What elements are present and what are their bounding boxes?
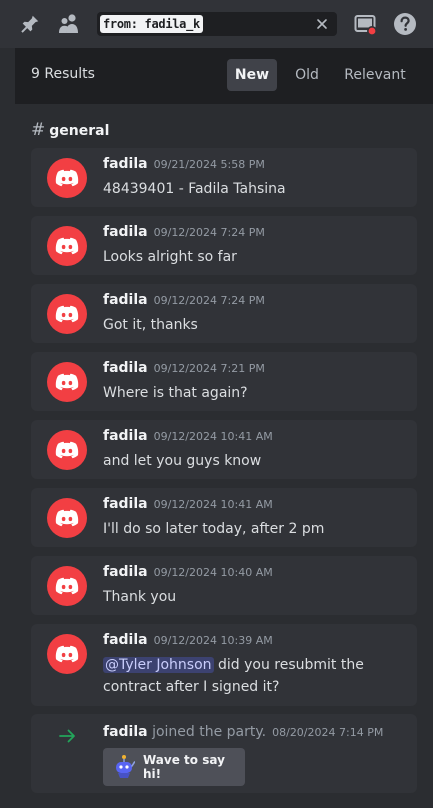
search-result-message[interactable]: fadila 09/12/2024 10:40 AM Thank you — [31, 556, 417, 615]
user-mention[interactable]: @Tyler Johnson — [103, 657, 214, 673]
channel-hash-icon: # — [31, 120, 46, 140]
sort-old-tab[interactable]: Old — [287, 59, 327, 91]
avatar[interactable] — [47, 158, 87, 198]
message-timestamp: 08/20/2024 7:14 PM — [272, 726, 384, 739]
search-result-message[interactable]: fadila 09/12/2024 10:41 AM and let you gu… — [31, 420, 417, 479]
message-timestamp: 09/12/2024 10:41 AM — [153, 430, 273, 443]
join-label: joined the party. — [152, 724, 267, 740]
wave-sticker-icon — [113, 754, 136, 780]
message-timestamp: 09/12/2024 7:24 PM — [153, 226, 265, 239]
sort-relevant-tab[interactable]: Relevant — [339, 59, 411, 91]
message-timestamp: 09/12/2024 10:40 AM — [153, 566, 273, 579]
message-timestamp: 09/21/2024 5:58 PM — [153, 158, 265, 171]
search-result-message[interactable]: fadila 09/12/2024 10:39 AM @Tyler Johnson… — [31, 624, 417, 706]
clear-search-icon[interactable] — [313, 15, 331, 33]
toolbar: from: fadila_k — [0, 0, 433, 48]
search-result-message[interactable]: fadila 09/12/2024 10:41 AM I'll do so lat… — [31, 488, 417, 547]
results-header: 9 Results New Old Relevant — [15, 48, 433, 104]
members-icon[interactable] — [57, 12, 81, 36]
avatar[interactable] — [47, 362, 87, 402]
message-author[interactable]: fadila — [103, 224, 148, 240]
message-text: @Tyler Johnson did you resubmit the cont… — [103, 654, 403, 698]
join-message-text: fadila joined the party. 08/20/2024 7:14 … — [103, 724, 383, 740]
search-result-message[interactable]: fadila 09/12/2024 7:21 PM Where is that a… — [31, 352, 417, 411]
avatar[interactable] — [47, 430, 87, 470]
search-field[interactable]: from: fadila_k — [97, 12, 337, 36]
message-author[interactable]: fadila — [103, 724, 148, 740]
search-result-message[interactable]: fadila 09/12/2024 7:24 PM Looks alright s… — [31, 216, 417, 275]
avatar[interactable] — [47, 634, 87, 674]
message-text: Looks alright so far — [103, 249, 237, 265]
help-icon[interactable] — [393, 12, 417, 36]
wave-button[interactable]: Wave to say hi! — [103, 748, 245, 786]
message-text: and let you guys know — [103, 453, 262, 469]
message-author[interactable]: fadila — [103, 156, 148, 172]
message-text: Got it, thanks — [103, 317, 198, 333]
message-timestamp: 09/12/2024 10:39 AM — [153, 634, 273, 647]
message-text: I'll do so later today, after 2 pm — [103, 521, 325, 537]
sort-new-tab[interactable]: New — [227, 59, 277, 91]
search-filter-pill: from: fadila_k — [100, 15, 203, 33]
message-author[interactable]: fadila — [103, 292, 148, 308]
message-author[interactable]: fadila — [103, 632, 148, 648]
message-author[interactable]: fadila — [103, 360, 148, 376]
inbox-icon[interactable] — [353, 12, 377, 36]
join-system-message[interactable]: fadila joined the party. 08/20/2024 7:14 … — [31, 714, 417, 793]
message-timestamp: 09/12/2024 7:21 PM — [153, 362, 265, 375]
join-arrow-icon — [59, 728, 77, 744]
search-result-message[interactable]: fadila 09/21/2024 5:58 PM 48439401 - Fadi… — [31, 148, 417, 207]
message-timestamp: 09/12/2024 10:41 AM — [153, 498, 273, 511]
message-text: 48439401 - Fadila Tahsina — [103, 181, 286, 197]
message-author[interactable]: fadila — [103, 564, 148, 580]
message-text: Thank you — [103, 589, 177, 605]
message-author[interactable]: fadila — [103, 496, 148, 512]
results-count: 9 Results — [31, 66, 95, 82]
search-results-panel: 9 Results New Old Relevant # general fadi… — [15, 48, 433, 808]
avatar[interactable] — [47, 498, 87, 538]
pin-icon[interactable] — [18, 12, 42, 36]
avatar[interactable] — [47, 294, 87, 334]
message-author[interactable]: fadila — [103, 428, 148, 444]
message-timestamp: 09/12/2024 7:24 PM — [153, 294, 265, 307]
avatar[interactable] — [47, 226, 87, 266]
channel-heading[interactable]: # general — [31, 120, 109, 140]
channel-name: general — [49, 123, 110, 139]
message-text: Where is that again? — [103, 385, 248, 401]
search-result-message[interactable]: fadila 09/12/2024 7:24 PM Got it, thanks — [31, 284, 417, 343]
avatar[interactable] — [47, 566, 87, 606]
wave-label: Wave to say hi! — [143, 753, 225, 781]
